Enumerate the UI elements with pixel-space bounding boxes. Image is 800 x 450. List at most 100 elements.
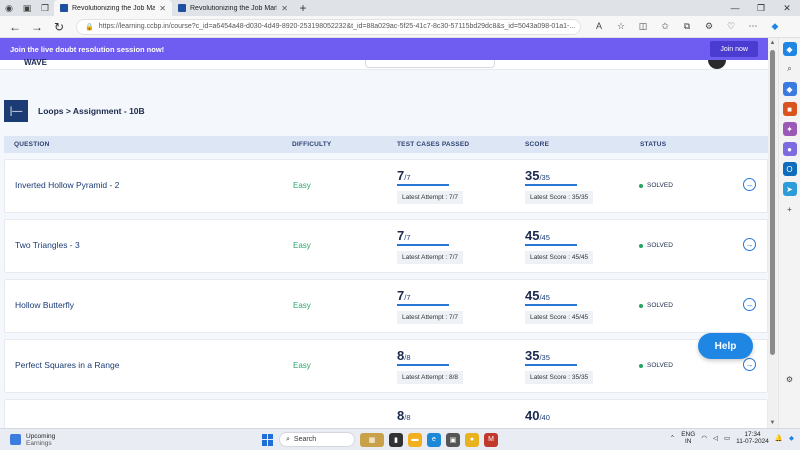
profile-sync-icon[interactable]: ♡ — [721, 21, 741, 32]
tray-chevron-icon[interactable]: ⌃ — [670, 434, 675, 442]
copilot-taskbar-icon[interactable]: ◆ — [789, 434, 794, 442]
file-explorer-icon[interactable]: ▬ — [408, 432, 422, 447]
wifi-icon[interactable]: ◠ — [701, 434, 707, 442]
score: 35/35 Latest Score : 35/35 — [525, 348, 594, 384]
close-tab-icon[interactable]: ✕ — [159, 4, 166, 13]
breadcrumb-text[interactable]: Loops > Assignment - 10B — [38, 106, 145, 116]
mcafee-icon[interactable]: M — [484, 432, 498, 447]
latest-score: Latest Score : 45/45 — [525, 311, 594, 324]
task-view-icon[interactable]: ▮ — [389, 432, 403, 447]
live-session-banner: Join the live doubt resolution session n… — [0, 38, 768, 60]
browser-tab-1[interactable]: Revolutionizing the Job Market | ✕ — [54, 0, 172, 16]
open-question-arrow-icon[interactable]: → — [743, 178, 756, 191]
volume-icon[interactable]: ◁ — [713, 434, 718, 442]
sidebar-tools-icon[interactable]: ✦ — [782, 122, 797, 136]
workspaces-icon[interactable]: ▣ — [18, 0, 36, 16]
minimize-icon[interactable]: — — [722, 3, 748, 14]
copilot-sidebar-icon[interactable]: ◆ — [782, 42, 797, 56]
open-question-arrow-icon[interactable]: → — [743, 238, 756, 251]
tests-total: /7 — [404, 293, 411, 302]
open-question-arrow-icon[interactable]: → — [743, 358, 756, 371]
help-button[interactable]: Help — [698, 333, 753, 359]
table-row[interactable]: Inverted Hollow Pyramid - 2 Easy 7/7 Lat… — [4, 159, 768, 213]
edge-sidebar: ◆ ⌕ ◆ ■ ✦ ● O ➤ + ⚙ — [778, 38, 800, 428]
news-widget-icon[interactable]: ▦ — [360, 432, 384, 447]
collections-icon[interactable]: ⧉ — [677, 21, 697, 32]
scroll-up-icon[interactable]: ▲ — [768, 40, 777, 46]
search-label: Search — [293, 436, 317, 443]
sidebar-toggle-icon[interactable]: |— — [4, 100, 28, 122]
status-badge: SOLVED — [639, 302, 673, 309]
close-window-icon[interactable]: ✕ — [774, 3, 800, 14]
language-indicator[interactable]: ENG IN — [681, 431, 695, 445]
tests-progress-bar — [397, 364, 449, 366]
more-options-icon[interactable]: ⋯ — [743, 21, 763, 32]
table-row[interactable]: 8/8 40/40 — [4, 399, 768, 428]
browser-tab-2[interactable]: Revolutionizing the Job Market | ✕ — [172, 0, 294, 16]
table-row[interactable]: Perfect Squares in a Range Easy 8/8 Late… — [4, 339, 768, 393]
sidebar-shopping-icon[interactable]: ■ — [782, 102, 797, 116]
question-name[interactable]: Perfect Squares in a Range — [15, 360, 119, 370]
favorite-star-icon[interactable]: ☆ — [611, 21, 631, 32]
chrome-icon[interactable]: ● — [465, 432, 479, 447]
favorites-icon[interactable]: ✩ — [655, 21, 675, 32]
question-name[interactable]: Hollow Butterfly — [15, 300, 74, 310]
question-name[interactable]: Inverted Hollow Pyramid - 2 — [15, 180, 119, 190]
window-controls: — ❐ ✕ — [722, 3, 800, 14]
question-name[interactable]: Two Triangles - 3 — [15, 240, 80, 250]
status-badge: SOLVED — [639, 362, 673, 369]
join-now-button[interactable]: Join now — [710, 41, 758, 57]
sidebar-outlook-icon[interactable]: O — [782, 162, 797, 176]
forward-icon[interactable]: → — [26, 20, 48, 34]
sidebar-send-icon[interactable]: ➤ — [782, 182, 797, 196]
status-dot-icon — [639, 243, 643, 248]
store-icon[interactable]: ▣ — [446, 432, 460, 447]
sidebar-search-icon[interactable]: ⌕ — [783, 62, 797, 76]
avatar[interactable] — [708, 60, 726, 69]
breadcrumb: |— Loops > Assignment - 10B — [0, 100, 768, 122]
latest-score: Latest Score : 35/35 — [525, 191, 594, 204]
table-row[interactable]: Hollow Butterfly Easy 7/7 Latest Attempt… — [4, 279, 768, 333]
clock-date: 11-07-2024 — [736, 438, 769, 445]
sidebar-tag-icon[interactable]: ◆ — [782, 82, 797, 96]
sidebar-settings-icon[interactable]: ⚙ — [783, 372, 797, 386]
extensions-icon[interactable]: ⚙ — [699, 21, 719, 32]
notification-bell-icon[interactable]: 🔔 — [775, 434, 783, 442]
close-tab-icon[interactable]: ✕ — [281, 4, 288, 13]
windows-start-icon[interactable] — [262, 433, 274, 446]
copilot-icon[interactable]: ◆ — [765, 21, 785, 32]
page-scrollbar[interactable]: ▲ ▼ — [768, 38, 777, 428]
open-question-arrow-icon[interactable]: → — [743, 298, 756, 311]
tab-actions-icon[interactable]: ❐ — [36, 0, 54, 16]
url-field[interactable]: 🔒 https://learning.ccbp.in/course?c_id=a… — [76, 18, 581, 35]
restore-icon[interactable]: ❐ — [748, 3, 774, 14]
new-tab-icon[interactable]: + — [294, 0, 312, 16]
site-logo[interactable]: WAVE — [24, 58, 47, 67]
tests-progress-bar — [397, 244, 449, 246]
scroll-down-icon[interactable]: ▼ — [768, 420, 777, 426]
sidebar-add-icon[interactable]: + — [783, 202, 797, 216]
battery-icon[interactable]: ▭ — [724, 434, 730, 442]
scrollbar-thumb[interactable] — [770, 50, 775, 355]
profile-icon[interactable]: ◉ — [0, 0, 18, 16]
score-value: 35 — [525, 348, 540, 363]
back-icon[interactable]: ← — [4, 20, 26, 34]
taskbar-widgets[interactable]: Upcoming Earnings — [10, 433, 55, 447]
tests-passed: 7/7 Latest Attempt : 7/7 — [397, 288, 464, 324]
sidebar-games-icon[interactable]: ● — [782, 142, 797, 156]
table-row[interactable]: Two Triangles - 3 Easy 7/7 Latest Attemp… — [4, 219, 768, 273]
taskbar-search[interactable]: ⌕ Search — [279, 432, 355, 447]
site-search-box[interactable] — [365, 60, 495, 68]
read-aloud-icon[interactable]: A — [589, 21, 609, 32]
refresh-icon[interactable]: ↻ — [48, 20, 70, 34]
header-tests: TEST CASES PASSED — [397, 141, 470, 148]
split-screen-icon[interactable]: ◫ — [633, 21, 653, 32]
address-bar-icons: A ☆ ◫ ✩ ⧉ ⚙ ♡ ⋯ ◆ — [589, 21, 785, 32]
tests-passed: 8/8 Latest Attempt : 8/8 — [397, 348, 464, 384]
score-value: 45 — [525, 288, 540, 303]
system-tray: ⌃ ENG IN ◠ ◁ ▭ 17:34 11-07-2024 🔔 ◆ — [670, 431, 794, 445]
edge-browser-icon[interactable]: e — [427, 432, 441, 447]
latest-attempt: Latest Attempt : 7/7 — [397, 191, 464, 204]
header-question: QUESTION — [14, 141, 50, 148]
clock[interactable]: 17:34 11-07-2024 — [736, 431, 769, 445]
